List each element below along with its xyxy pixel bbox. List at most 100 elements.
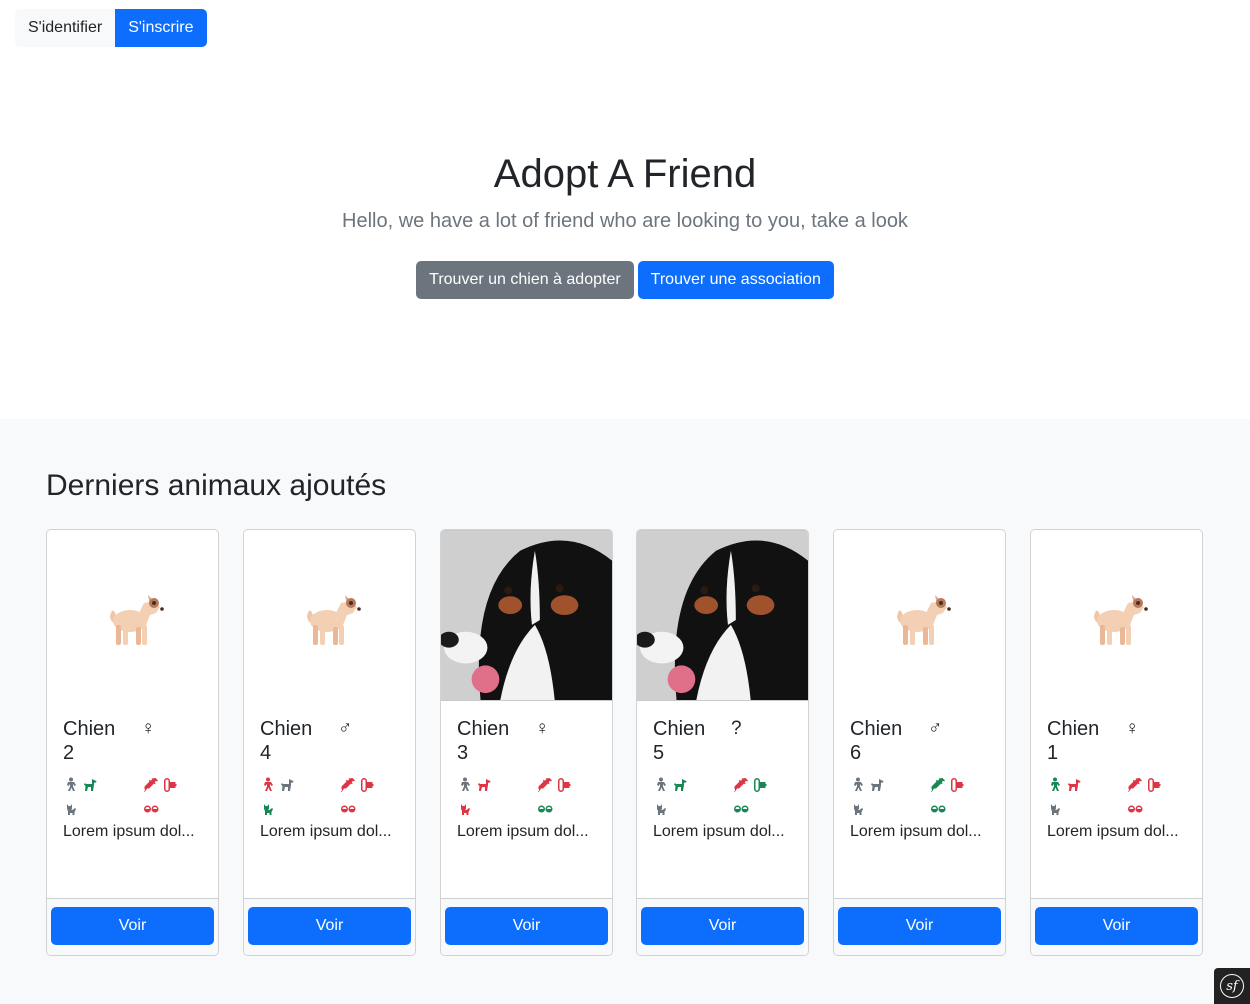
- compat-child-dog: [260, 775, 340, 795]
- vaccine-icon: [144, 778, 158, 792]
- dog-icon: [478, 779, 491, 791]
- vaccine-icon: [734, 778, 748, 792]
- dog-emoji-icon: [306, 594, 361, 645]
- animal-description: Lorem ipsum dol...: [653, 823, 785, 840]
- cat-icon: [657, 804, 666, 815]
- child-icon: [67, 777, 76, 791]
- health-vaccine-sterile: [930, 775, 990, 795]
- animal-sex-symbol: ♂: [338, 718, 353, 739]
- latest-animals-section: Derniers animaux ajoutés Chien 2 ♀ Lorem…: [0, 419, 1250, 1004]
- animal-card-title-row: Chien 5 ?: [653, 717, 792, 765]
- animal-name: Chien 4: [260, 718, 313, 764]
- pills-icon: [1128, 805, 1143, 813]
- child-icon: [854, 777, 863, 791]
- dog-icon: [84, 779, 97, 791]
- animal-name: Chien 3: [457, 718, 510, 764]
- find-association-button[interactable]: Trouver une association: [637, 261, 834, 299]
- animal-traits: [260, 775, 399, 819]
- dog-icon: [871, 779, 884, 791]
- health-pills: [930, 799, 990, 819]
- cat-icon: [264, 804, 273, 815]
- vaccine-icon: [931, 778, 945, 792]
- animal-sex-symbol: ♀: [535, 718, 550, 739]
- cat-icon: [854, 804, 863, 815]
- animal-card-footer: Voir: [47, 898, 218, 955]
- animal-description: Lorem ipsum dol...: [457, 823, 589, 840]
- compat-child-dog: [1047, 775, 1127, 795]
- cat-icon: [67, 804, 76, 815]
- animal-description: Lorem ipsum dol...: [260, 823, 392, 840]
- pills-icon: [931, 805, 946, 813]
- dog-photo-image: [441, 530, 612, 701]
- health-pills: [1127, 799, 1187, 819]
- animal-traits: [457, 775, 596, 819]
- animal-sex-symbol: ♀: [141, 718, 156, 739]
- health-pills: [537, 799, 597, 819]
- animal-card-footer: Voir: [244, 898, 415, 955]
- dog-emoji-icon: [109, 594, 164, 645]
- pills-icon: [538, 805, 553, 813]
- view-animal-button[interactable]: Voir: [1035, 907, 1198, 945]
- health-vaccine-sterile: [1127, 775, 1187, 795]
- animal-sex-symbol: ♂: [928, 718, 943, 739]
- find-dog-button[interactable]: Trouver un chien à adopter: [416, 261, 634, 299]
- health-vaccine-sterile: [143, 775, 203, 795]
- view-animal-button[interactable]: Voir: [445, 907, 608, 945]
- compat-cat: [1047, 799, 1127, 819]
- pills-icon: [734, 805, 749, 813]
- view-animal-button[interactable]: Voir: [641, 907, 804, 945]
- health-pills: [340, 799, 400, 819]
- dog-icon: [1068, 779, 1081, 791]
- animal-name: Chien 5: [653, 718, 706, 764]
- hero-section: Adopt A Friend Hello, we have a lot of f…: [0, 0, 1250, 419]
- animal-card-title-row: Chien 1 ♀: [1047, 717, 1186, 765]
- animal-card-footer: Voir: [1031, 898, 1202, 955]
- animal-description: Lorem ipsum dol...: [1047, 823, 1179, 840]
- animal-card-image: [244, 530, 415, 701]
- animal-traits: [653, 775, 792, 819]
- animal-description: Lorem ipsum dol...: [63, 823, 195, 840]
- cat-icon: [461, 804, 470, 815]
- animal-traits: [1047, 775, 1186, 819]
- dog-emoji-icon: [896, 594, 951, 645]
- compat-child-dog: [850, 775, 930, 795]
- animal-card-footer: Voir: [441, 898, 612, 955]
- sterile-icon: [1148, 778, 1161, 792]
- dog-photo-image: [637, 530, 808, 701]
- animal-card-image: [47, 530, 218, 701]
- latest-animals-heading: Derniers animaux ajoutés: [46, 469, 387, 502]
- animal-card: Chien 5 ? Lorem ipsum dol... Voir: [636, 529, 809, 956]
- animal-sex-symbol: ♀: [1125, 718, 1140, 739]
- animal-traits: [63, 775, 202, 819]
- animal-card-image: [441, 530, 612, 701]
- animal-card: Chien 4 ♂ Lorem ipsum dol... Voir: [243, 529, 416, 956]
- animal-card-title-row: Chien 4 ♂: [260, 717, 399, 765]
- animal-card: Chien 6 ♂ Lorem ipsum dol... Voir: [833, 529, 1006, 956]
- symfony-toolbar-toggle[interactable]: sf: [1214, 968, 1250, 1004]
- dog-icon: [674, 779, 687, 791]
- sterile-icon: [164, 778, 177, 792]
- view-animal-button[interactable]: Voir: [51, 907, 214, 945]
- vaccine-icon: [1128, 778, 1142, 792]
- sterile-icon: [361, 778, 374, 792]
- health-vaccine-sterile: [537, 775, 597, 795]
- animal-description: Lorem ipsum dol...: [850, 823, 982, 840]
- view-animal-button[interactable]: Voir: [248, 907, 411, 945]
- animal-card-title-row: Chien 6 ♂: [850, 717, 989, 765]
- compat-child-dog: [653, 775, 733, 795]
- page-title: Adopt A Friend: [493, 152, 757, 196]
- animal-name: Chien 6: [850, 718, 903, 764]
- pills-icon: [144, 805, 159, 813]
- pills-icon: [341, 805, 356, 813]
- view-animal-button[interactable]: Voir: [838, 907, 1001, 945]
- animal-card-footer: Voir: [834, 898, 1005, 955]
- sterile-icon: [951, 778, 964, 792]
- child-icon: [657, 777, 666, 791]
- compat-cat: [653, 799, 733, 819]
- compat-cat: [850, 799, 930, 819]
- child-icon: [264, 777, 273, 791]
- compat-child-dog: [63, 775, 143, 795]
- animal-name: Chien 1: [1047, 718, 1100, 764]
- child-icon: [1051, 777, 1060, 791]
- vaccine-icon: [538, 778, 552, 792]
